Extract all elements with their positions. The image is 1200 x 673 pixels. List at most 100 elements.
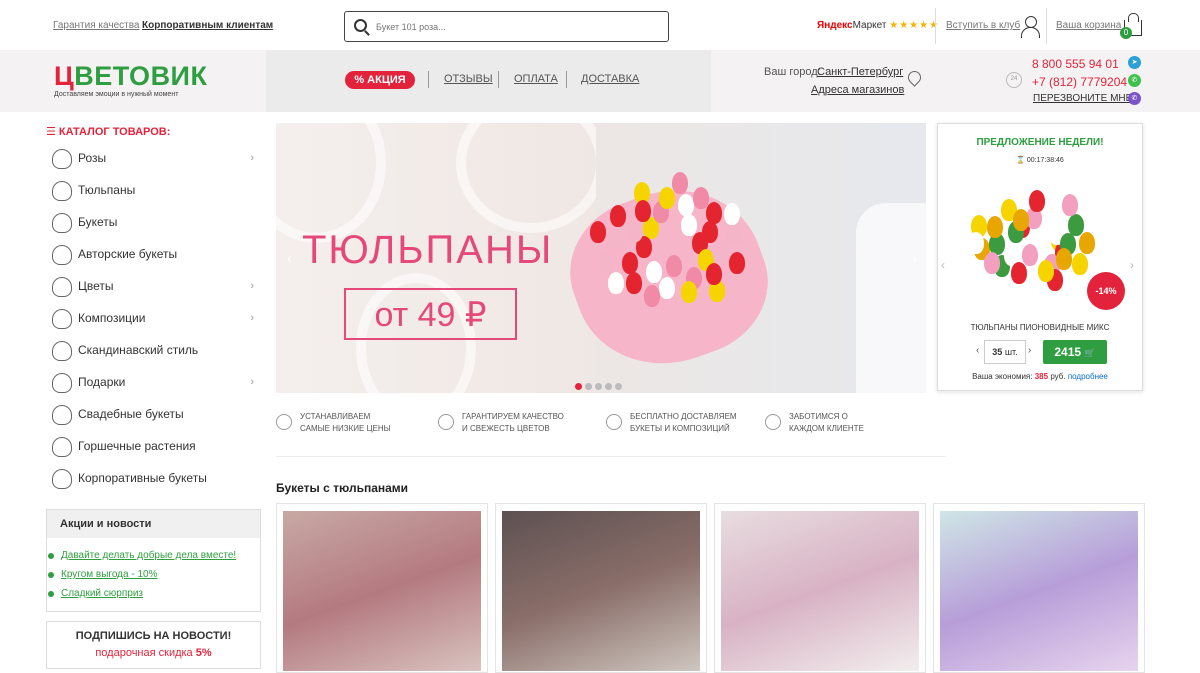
catalog-item[interactable]: Корпоративные букеты: [46, 462, 262, 494]
tulip-shape: [590, 220, 607, 243]
tulip-shape: [677, 194, 694, 217]
catalog-item[interactable]: Букеты: [46, 206, 262, 238]
tulip-shape: [1028, 190, 1045, 213]
corporate-clients-link[interactable]: Корпоративным клиентам: [142, 20, 273, 31]
search-icon[interactable]: [354, 19, 367, 32]
tulip-shape: [666, 254, 683, 277]
countdown-timer: ⌛ 00:17:38:46: [1016, 157, 1064, 164]
tulip-shape: [692, 186, 709, 209]
quantity-field[interactable]: 35 шт.: [984, 340, 1026, 364]
product-image[interactable]: [283, 511, 481, 671]
tulip-shape: [983, 252, 1000, 275]
catalog-item-label: Букеты: [78, 215, 118, 229]
catalog-item-label: Розы: [78, 151, 107, 165]
pagination-dot[interactable]: [595, 383, 602, 390]
phone-city[interactable]: +7 (812) 7779204: [1032, 75, 1127, 89]
chevron-right-icon: ›: [250, 376, 254, 388]
product-image[interactable]: [502, 511, 700, 671]
pagination-dot[interactable]: [585, 383, 592, 390]
callback-link[interactable]: ПЕРЕЗВОНИТЕ МНЕ: [1033, 93, 1132, 104]
pagination-dot[interactable]: [605, 383, 612, 390]
catalog-item[interactable]: Горшечные растения: [46, 430, 262, 462]
product-image[interactable]: [721, 511, 919, 671]
product-card[interactable]: [933, 503, 1145, 673]
nav-reviews[interactable]: ОТЗЫВЫ: [444, 73, 493, 85]
telegram-icon[interactable]: ➤: [1128, 56, 1141, 69]
banner-next-arrow[interactable]: ›: [912, 250, 917, 266]
composition-icon: [52, 309, 72, 329]
catalog-item[interactable]: Цветы ›: [46, 270, 262, 302]
logo-letter: Ц: [54, 61, 75, 91]
weekly-offer-title: ПРЕДЛОЖЕНИЕ НЕДЕЛИ!: [976, 137, 1104, 148]
qty-increase-button[interactable]: ›: [1028, 345, 1031, 356]
cart-count-badge: 0: [1120, 27, 1132, 39]
quality-guarantee-link[interactable]: Гарантия качества: [53, 20, 139, 31]
phone-toll-free[interactable]: 8 800 555 94 01: [1032, 57, 1119, 71]
catalog-item-label: Цветы: [78, 279, 114, 293]
hourglass-icon: ⌛: [1016, 157, 1025, 164]
search-input[interactable]: [376, 18, 656, 36]
catalog-item-label: Тюльпаны: [78, 183, 136, 197]
product-card[interactable]: [495, 503, 707, 673]
rose-icon: [52, 149, 72, 169]
tulip-shape: [681, 214, 698, 237]
nav-delivery[interactable]: ДОСТАВКА: [581, 73, 639, 85]
product-image[interactable]: [940, 511, 1138, 671]
catalog-item[interactable]: Авторские букеты: [46, 238, 262, 270]
weekly-prev-arrow[interactable]: ‹: [941, 258, 945, 272]
catalog-item[interactable]: Композиции ›: [46, 302, 262, 334]
tulip-shape: [712, 239, 729, 262]
catalog-item[interactable]: Скандинавский стиль: [46, 334, 262, 366]
weekly-product-name[interactable]: ТЮЛЬПАНЫ ПИОНОВИДНЫЕ МИКС: [938, 323, 1142, 332]
site-logo[interactable]: ЦВЕТОВИК Доставляем эмоции в нужный моме…: [54, 62, 207, 98]
join-club-link[interactable]: Вступить в клуб: [946, 20, 1020, 31]
tulip-shape: [659, 186, 676, 209]
more-details-link[interactable]: подробнее: [1068, 372, 1108, 381]
catalog-item[interactable]: Тюльпаны: [46, 174, 262, 206]
tulip-shape: [1010, 262, 1027, 285]
product-card[interactable]: [276, 503, 488, 673]
weekly-next-arrow[interactable]: ›: [1130, 258, 1134, 272]
qty-decrease-button[interactable]: ‹: [976, 345, 979, 356]
product-card[interactable]: [714, 503, 926, 673]
promo-button[interactable]: % АКЦИЯ: [345, 71, 415, 89]
subscribe-discount: подарочная скидка 5%: [95, 647, 212, 659]
yandex-market-rating[interactable]: ЯндексМаркет ★★★★★: [817, 20, 939, 31]
promo-link[interactable]: Сладкий сюрприз: [48, 588, 143, 599]
tulip-shape: [723, 203, 740, 226]
search-box[interactable]: [344, 11, 669, 42]
catalog-item-label: Скандинавский стиль: [78, 343, 199, 357]
pagination-dot[interactable]: [575, 383, 582, 390]
tulip-shape: [726, 222, 743, 245]
tulip-shape: [634, 200, 651, 223]
banner-prev-arrow[interactable]: ‹: [287, 250, 292, 266]
store-addresses-link[interactable]: Адреса магазинов: [811, 84, 904, 96]
catalog-item[interactable]: Подарки ›: [46, 366, 262, 398]
whatsapp-icon[interactable]: ✆: [1128, 74, 1141, 87]
city-selector[interactable]: Санкт-Петербург: [817, 66, 903, 78]
tulip-shape: [1078, 232, 1095, 255]
tulip-shape: [680, 280, 697, 303]
catalog-item[interactable]: Розы ›: [46, 142, 262, 174]
pagination-dot[interactable]: [615, 383, 622, 390]
nav-payment[interactable]: ОПЛАТА: [514, 73, 558, 85]
add-to-cart-button[interactable]: 2415 🛒: [1043, 340, 1107, 364]
nav-divider: [566, 71, 567, 88]
cart-link[interactable]: Ваша корзина: [1056, 20, 1121, 31]
tulip-shape: [625, 272, 642, 295]
discount-badge: -14%: [1087, 272, 1125, 310]
tulip-shape: [1022, 244, 1039, 267]
catalog-item[interactable]: Свадебные букеты: [46, 398, 262, 430]
promo-link[interactable]: Давайте делать добрые дела вместе!: [47, 550, 236, 561]
tulip-icon: [52, 181, 72, 201]
promo-link[interactable]: Кругом выгода - 10%: [47, 569, 157, 580]
catalog-item-label: Корпоративные букеты: [78, 471, 207, 485]
viber-icon[interactable]: ✆: [1128, 92, 1141, 105]
subscribe-title: ПОДПИШИСЬ НА НОВОСТИ!: [75, 630, 232, 642]
tulip-shape: [1061, 194, 1078, 217]
user-icon[interactable]: [1020, 16, 1040, 38]
weekly-offer-card[interactable]: ПРЕДЛОЖЕНИЕ НЕДЕЛИ! ⌛ 00:17:38:46 -14% ‹…: [937, 123, 1143, 391]
tulip-shape: [622, 252, 639, 275]
banner-bouquet-image: [550, 152, 788, 390]
truck-icon: [606, 414, 622, 430]
